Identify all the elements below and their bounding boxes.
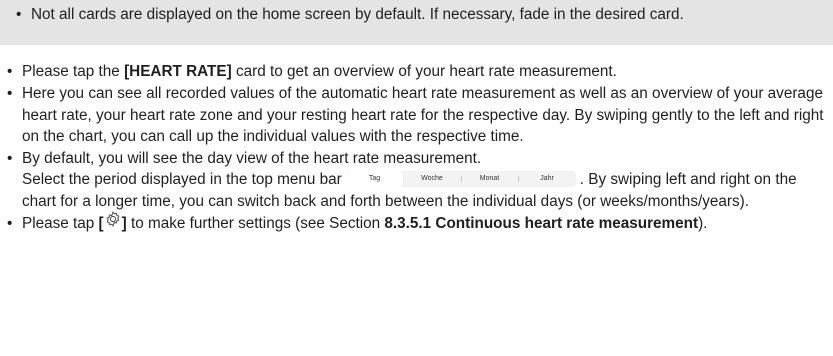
- period-segmented-control: Tag Woche Monat Jahr: [345, 170, 576, 187]
- note-item: • Not all cards are displayed on the hom…: [9, 4, 823, 25]
- bullet: •: [7, 150, 13, 168]
- bullet: •: [7, 215, 13, 233]
- gear-icon: [105, 210, 121, 233]
- text: card to get an overview of your heart ra…: [231, 63, 617, 80]
- tab-monat[interactable]: Monat: [460, 171, 519, 187]
- text: Please tap the: [22, 63, 125, 80]
- info-note-box: • Not all cards are displayed on the hom…: [0, 0, 833, 45]
- text: Select the period displayed in the top m…: [22, 171, 342, 189]
- tab-jahr[interactable]: Jahr: [518, 171, 576, 187]
- list-item-day-view: • By default, you will see the day view …: [0, 148, 833, 212]
- text: Please tap: [22, 215, 99, 233]
- bullet: •: [7, 63, 13, 80]
- text: Here you can see all recorded values of …: [22, 85, 824, 145]
- bullet: •: [7, 85, 13, 103]
- text: to make further settings (see Section: [126, 215, 385, 233]
- heart-rate-card-label: [HEART RATE]: [124, 63, 232, 80]
- text: By default, you will see the day view of…: [22, 150, 482, 168]
- tab-tag[interactable]: Tag: [345, 170, 404, 187]
- bullet: •: [16, 6, 22, 23]
- text: ).: [698, 215, 708, 233]
- note-text: Not all cards are displayed on the home …: [31, 6, 684, 23]
- list-item-recorded-values: • Here you can see all recorded values o…: [0, 83, 833, 147]
- list-item-settings: • Please tap [] to make further settings…: [0, 210, 833, 234]
- bracket-open: [: [98, 215, 104, 233]
- tab-woche[interactable]: Woche: [403, 171, 461, 187]
- list-item-heart-rate-card: • Please tap the [HEART RATE] card to ge…: [0, 61, 833, 82]
- instruction-list: • Please tap the [HEART RATE] card to ge…: [0, 61, 833, 235]
- section-reference: 8.3.5.1 Continuous heart rate measuremen…: [384, 215, 699, 233]
